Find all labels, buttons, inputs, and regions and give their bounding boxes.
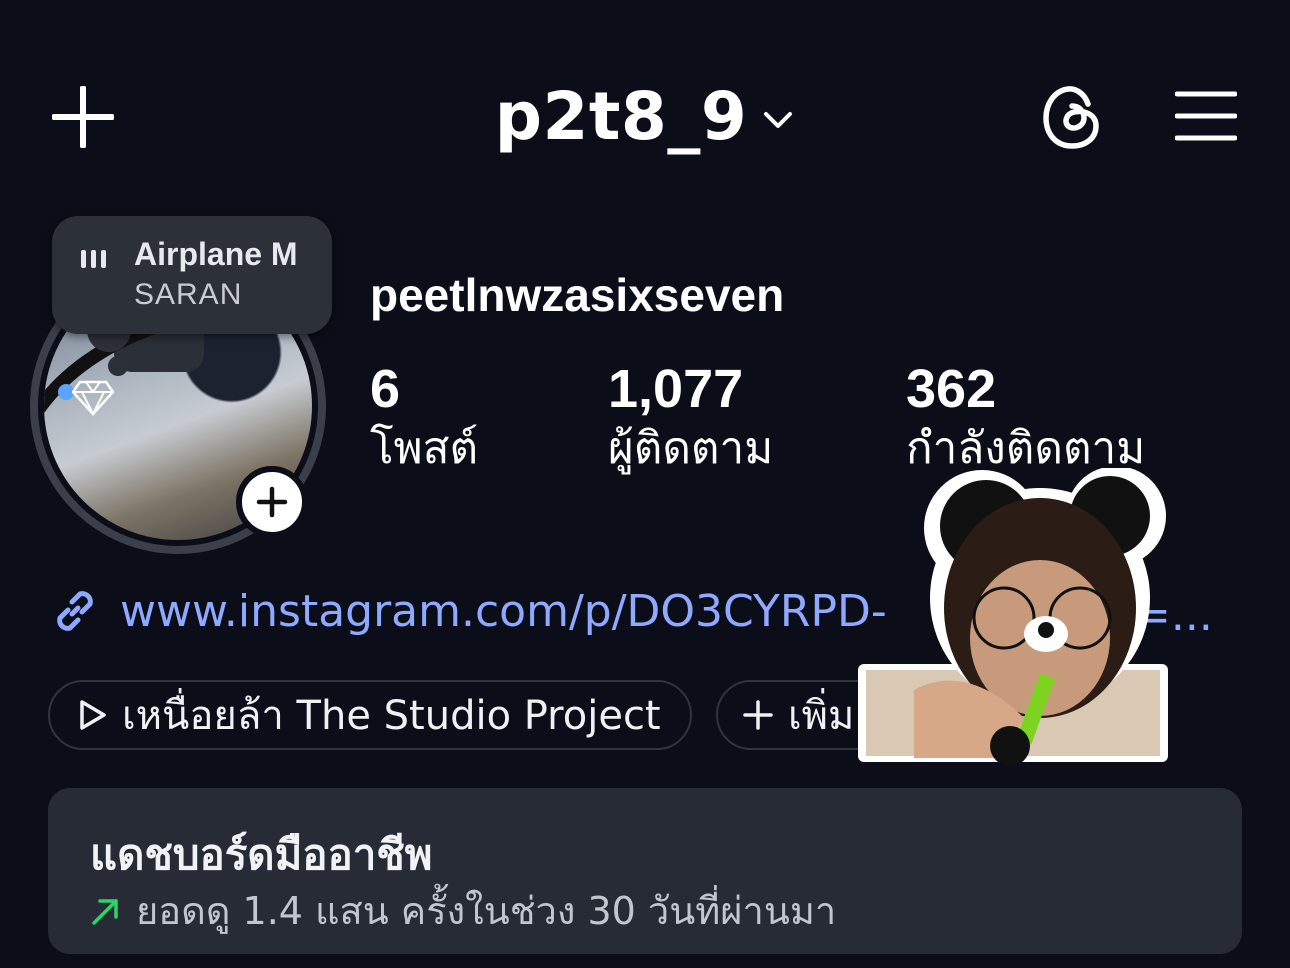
plus-icon <box>256 486 288 518</box>
plus-icon <box>743 700 773 730</box>
highlight-chip-label: เหนื่อยล้า The Studio Project <box>122 693 661 739</box>
music-bubble-tail-dot <box>108 356 128 376</box>
stat-followers-count: 1,077 <box>608 359 744 419</box>
dashboard-subtitle: ยอดดู 1.4 แสน ครั้งในช่วง 30 วันที่ผ่านม… <box>136 889 837 933</box>
dashboard-subtitle-row: ยอดดู 1.4 แสน ครั้งในช่วง 30 วันที่ผ่านม… <box>90 880 836 941</box>
menu-hamburger-icon[interactable] <box>1175 90 1237 142</box>
stat-posts-label: โพสต์ <box>370 423 479 474</box>
music-song-title: Airplane M <box>134 236 298 272</box>
professional-dashboard[interactable]: แดชบอร์ดมืออาชีพ ยอดดู 1.4 แสน ครั้งในช่… <box>48 788 1242 954</box>
stat-followers-label: ผู้ติดตาม <box>608 423 774 474</box>
stat-followers[interactable]: 1,077 ผู้ติดตาม <box>608 358 773 478</box>
diamond-icon <box>72 380 114 416</box>
link-icon <box>57 591 93 631</box>
music-artist: SARAN <box>134 278 243 311</box>
profile-full-name: peetlnwzasixseven <box>370 269 785 321</box>
dashboard-title: แดชบอร์ดมืออาชีพ <box>90 830 433 879</box>
stat-posts[interactable]: 6 โพสต์ <box>370 358 478 478</box>
bio-link[interactable]: www.instagram.com/p/DO3CYRPD- <box>48 584 887 638</box>
stat-posts-count: 6 <box>370 359 401 419</box>
add-chip-label: เพิ่ม <box>788 693 855 739</box>
threads-icon[interactable] <box>1042 84 1104 150</box>
play-icon <box>80 700 106 730</box>
trend-up-arrow-icon <box>92 898 118 925</box>
chevron-down-icon[interactable] <box>761 103 795 137</box>
bio-link-text[interactable]: www.instagram.com/p/DO3CYRPD- <box>120 586 887 637</box>
profile-music-note[interactable]: Airplane M SARAN <box>52 216 332 334</box>
stat-following-count: 362 <box>906 359 997 419</box>
panda-sticker-image <box>858 468 1168 766</box>
username-title[interactable]: p2t8_9 <box>495 78 748 155</box>
audio-bars-icon <box>81 250 106 268</box>
add-story-button[interactable] <box>236 466 308 538</box>
stat-following[interactable]: 362 กำลังติดตาม <box>906 358 1145 478</box>
highlight-chip[interactable]: เหนื่อยล้า The Studio Project <box>48 680 692 750</box>
